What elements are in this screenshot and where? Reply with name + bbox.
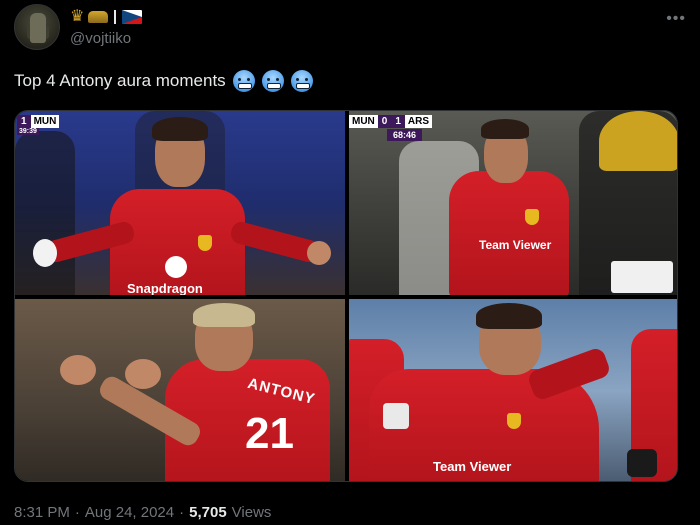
media-image-4[interactable]: Team Viewer — [349, 299, 677, 481]
pitchside-box — [611, 261, 673, 293]
scorebug-clock: 68:46 — [387, 129, 423, 141]
avatar-figure — [30, 13, 46, 43]
meta-separator: · — [74, 504, 80, 521]
tweet-header: ♛ @vojtiiko ••• — [14, 4, 686, 52]
glove-hand — [627, 449, 657, 477]
bandaged-hand — [33, 239, 57, 267]
media-image-3[interactable]: ANTONY 21 — [15, 299, 345, 481]
crown-icon: ♛ — [70, 8, 85, 25]
scorebug-home: MUN — [349, 115, 378, 128]
sponsor-text: Team Viewer — [433, 459, 512, 474]
cold-face-icon — [232, 70, 255, 92]
fa-cup-patch-icon — [383, 403, 409, 429]
czech-flag-icon — [122, 10, 143, 24]
scorebug-away: ARS — [404, 115, 433, 128]
player-hair — [152, 117, 208, 141]
sponsor-logo-icon — [165, 256, 187, 278]
club-crest-icon — [198, 235, 212, 251]
scorebug: MUN 0 1 ARS — [349, 115, 433, 128]
tweet-time[interactable]: 8:31 PM — [14, 504, 70, 521]
avatar[interactable] — [14, 4, 60, 50]
shirt-number: 21 — [245, 409, 294, 458]
more-options-icon[interactable]: ••• — [666, 10, 686, 28]
club-crest-icon — [525, 209, 539, 225]
tweet-text: Top 4 Antony aura moments — [14, 70, 313, 92]
player-hand-left — [60, 355, 96, 385]
scorebug-away-score: 1 — [391, 115, 405, 128]
profile-badges: ♛ — [70, 8, 143, 26]
tweet-body: Top 4 Antony aura moments — [14, 71, 226, 90]
scorebug-clock: 39:39 — [17, 128, 39, 135]
club-crest-icon — [507, 413, 521, 429]
fan-banner — [599, 111, 677, 171]
media-image-1[interactable]: Snapdragon 1 MUN 39:39 — [15, 111, 345, 295]
media-grid: Snapdragon 1 MUN 39:39 Team Viewer MUN 0… — [14, 110, 678, 482]
cold-face-icon — [261, 70, 284, 92]
background-figure — [15, 131, 75, 295]
scorebug-home-score: 0 — [377, 115, 392, 128]
player-shirt — [449, 171, 569, 295]
sponsor-text: Snapdragon — [127, 281, 203, 295]
player-hand-right — [125, 359, 161, 389]
player-hair — [193, 303, 255, 327]
scorebug: 1 MUN — [17, 115, 60, 128]
views-label[interactable]: Views — [232, 504, 272, 521]
tweet-date[interactable]: Aug 24, 2024 — [85, 504, 174, 521]
badge-divider — [114, 10, 117, 24]
player-hair — [481, 119, 529, 139]
player-shirt — [110, 189, 245, 295]
user-handle[interactable]: @vojtiiko — [70, 30, 131, 47]
meta-separator: · — [179, 504, 185, 521]
tweet-meta: 8:31 PM · Aug 24, 2024 · 5,705 Views — [14, 504, 271, 521]
player-hand — [307, 241, 331, 265]
views-count[interactable]: 5,705 — [189, 504, 227, 521]
cold-face-icon — [290, 70, 313, 92]
sponsor-text: Team Viewer — [479, 238, 552, 252]
scorebug-score: 1 — [17, 115, 31, 128]
car-icon — [88, 11, 109, 23]
scorebug-team: MUN — [30, 115, 60, 128]
player-hair — [476, 303, 542, 329]
media-image-2[interactable]: Team Viewer MUN 0 1 ARS 68:46 — [349, 111, 677, 295]
